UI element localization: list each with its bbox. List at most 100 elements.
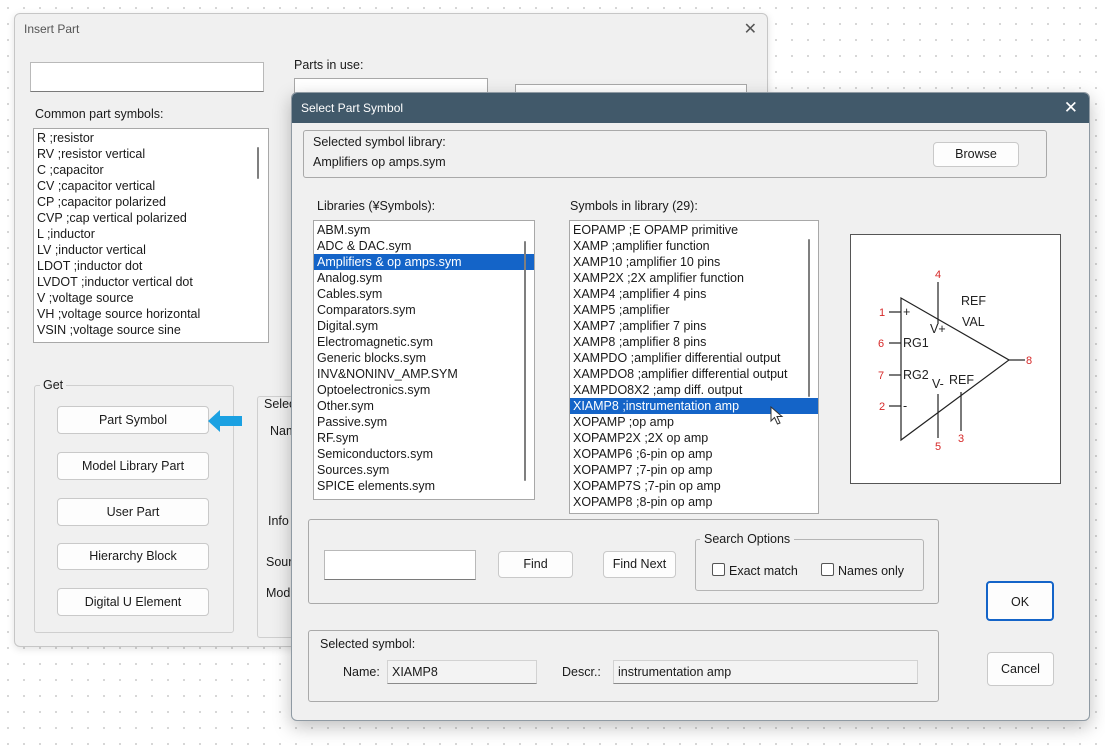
- scrollbar[interactable]: [808, 239, 810, 397]
- common-part-symbols-label: Common part symbols:: [35, 107, 164, 121]
- symbol-item[interactable]: XOPAMP8 ;8-pin op amp: [570, 494, 818, 510]
- descr-label: Descr.:: [562, 665, 601, 679]
- scrollbar[interactable]: [257, 147, 259, 179]
- library-item[interactable]: Generic blocks.sym: [314, 350, 534, 366]
- part-symbol-button[interactable]: Part Symbol: [57, 406, 209, 434]
- library-item[interactable]: Electromagnetic.sym: [314, 334, 534, 350]
- get-group-label: Get: [40, 378, 67, 392]
- list-item[interactable]: V ;voltage source: [34, 290, 268, 306]
- checkbox-icon[interactable]: [821, 563, 834, 576]
- selected-library-label: Selected symbol library:: [313, 135, 446, 149]
- list-item[interactable]: C ;capacitor: [34, 162, 268, 178]
- pin-3-label: 3: [958, 433, 964, 445]
- symbol-item[interactable]: XAMP8 ;amplifier 8 pins: [570, 334, 818, 350]
- symbol-item[interactable]: XAMP7 ;amplifier 7 pins: [570, 318, 818, 334]
- list-item[interactable]: LV ;inductor vertical: [34, 242, 268, 258]
- list-item[interactable]: CVP ;cap vertical polarized: [34, 210, 268, 226]
- list-item[interactable]: CP ;capacitor polarized: [34, 194, 268, 210]
- search-options-label: Search Options: [700, 532, 795, 546]
- checkbox-icon[interactable]: [712, 563, 725, 576]
- svg-text:-: -: [903, 399, 907, 413]
- library-item[interactable]: Optoelectronics.sym: [314, 382, 534, 398]
- library-item[interactable]: Other.sym: [314, 398, 534, 414]
- library-item[interactable]: Amplifiers & op amps.sym: [314, 254, 534, 270]
- pointer-arrow-icon: [208, 410, 242, 432]
- close-icon[interactable]: ✕: [744, 19, 757, 39]
- mouse-cursor-icon: [770, 406, 784, 425]
- svg-text:RG1: RG1: [903, 336, 929, 350]
- symbol-item[interactable]: XAMPDO8 ;amplifier differential output: [570, 366, 818, 382]
- hierarchy-block-button[interactable]: Hierarchy Block: [57, 543, 209, 570]
- find-button[interactable]: Find: [498, 551, 573, 578]
- symbol-item[interactable]: XOPAMP6 ;6-pin op amp: [570, 446, 818, 462]
- list-item[interactable]: VH ;voltage source horizontal: [34, 306, 268, 322]
- symbol-item[interactable]: XOPAMP7 ;7-pin op amp: [570, 462, 818, 478]
- common-part-symbols-list[interactable]: R ;resistor RV ;resistor vertical C ;capac…: [33, 128, 269, 343]
- name-label: Name:: [343, 665, 380, 679]
- list-item[interactable]: RV ;resistor vertical: [34, 146, 268, 162]
- browse-button[interactable]: Browse: [933, 142, 1019, 167]
- svg-text:V+: V+: [930, 322, 946, 336]
- library-item[interactable]: RF.sym: [314, 430, 534, 446]
- ok-button[interactable]: OK: [986, 581, 1054, 621]
- description-field: instrumentation amp: [613, 660, 918, 684]
- library-item[interactable]: Semiconductors.sym: [314, 446, 534, 462]
- selected-symbol-label: Selected symbol:: [320, 637, 416, 651]
- list-item[interactable]: LVDOT ;inductor vertical dot: [34, 274, 268, 290]
- libraries-label: Libraries (¥Symbols):: [317, 199, 436, 213]
- symbol-item[interactable]: XAMPDO8X2 ;amp diff. output: [570, 382, 818, 398]
- svg-text:RG2: RG2: [903, 368, 929, 382]
- symbols-list[interactable]: EOPAMP ;E OPAMP primitive XAMP ;amplifier…: [569, 220, 819, 514]
- libraries-list[interactable]: ABM.sym ADC & DAC.sym Amplifiers & op amps…: [313, 220, 535, 500]
- model-label-partial: Mod: [266, 586, 291, 600]
- list-item[interactable]: VSIN ;voltage source sine: [34, 322, 268, 338]
- list-item[interactable]: LDOT ;inductor dot: [34, 258, 268, 274]
- symbol-item[interactable]: XOPAMP7S ;7-pin op amp: [570, 478, 818, 494]
- list-item[interactable]: R ;resistor: [34, 130, 268, 146]
- symbol-item[interactable]: EOPAMP ;E OPAMP primitive: [570, 222, 818, 238]
- selected-library-value: Amplifiers op amps.sym: [313, 155, 446, 169]
- library-item[interactable]: Comparators.sym: [314, 302, 534, 318]
- symbol-item[interactable]: XAMP10 ;amplifier 10 pins: [570, 254, 818, 270]
- symbol-item[interactable]: XAMP ;amplifier function: [570, 238, 818, 254]
- close-icon[interactable]: ✕: [1064, 98, 1078, 118]
- symbols-label: Symbols in library (29):: [570, 199, 698, 213]
- model-library-part-button[interactable]: Model Library Part: [57, 452, 209, 480]
- symbol-item[interactable]: XAMPDO ;amplifier differential output: [570, 350, 818, 366]
- symbol-item[interactable]: XAMP5 ;amplifier: [570, 302, 818, 318]
- library-item[interactable]: ABM.sym: [314, 222, 534, 238]
- select-part-symbol-dialog: Select Part Symbol ✕ Selected symbol lib…: [291, 92, 1090, 721]
- pin-4-label: 4: [935, 269, 941, 281]
- dialog-title: Select Part Symbol: [301, 101, 404, 115]
- user-part-button[interactable]: User Part: [57, 498, 209, 526]
- library-item[interactable]: ADC & DAC.sym: [314, 238, 534, 254]
- cancel-button[interactable]: Cancel: [987, 652, 1054, 686]
- digital-u-element-button[interactable]: Digital U Element: [57, 588, 209, 616]
- library-item[interactable]: SPICE elements.sym: [314, 478, 534, 494]
- pin-2-label: 2: [879, 401, 885, 413]
- search-input[interactable]: [30, 62, 264, 92]
- dialog-titlebar: Select Part Symbol ✕: [292, 93, 1089, 123]
- exact-match-checkbox[interactable]: Exact match: [712, 563, 798, 578]
- svg-text:VAL: VAL: [962, 315, 985, 329]
- library-item[interactable]: Passive.sym: [314, 414, 534, 430]
- exact-match-label: Exact match: [729, 564, 798, 578]
- list-item[interactable]: CV ;capacitor vertical: [34, 178, 268, 194]
- scrollbar[interactable]: [524, 241, 526, 481]
- find-next-button[interactable]: Find Next: [603, 551, 676, 578]
- library-item[interactable]: INV&NONINV_AMP.SYM: [314, 366, 534, 382]
- symbol-preview: 1 2 3 4 5 6 7 8 REF VAL V+ V- RG1 RG2 RE…: [850, 234, 1061, 484]
- symbol-item[interactable]: XOPAMP2X ;2X op amp: [570, 430, 818, 446]
- library-item[interactable]: Digital.sym: [314, 318, 534, 334]
- pin-8-label: 8: [1026, 355, 1032, 367]
- library-item[interactable]: Cables.sym: [314, 286, 534, 302]
- library-item[interactable]: Sources.sym: [314, 462, 534, 478]
- symbol-item[interactable]: XAMP4 ;amplifier 4 pins: [570, 286, 818, 302]
- svg-text:+: +: [903, 305, 910, 319]
- names-only-checkbox[interactable]: Names only: [821, 563, 904, 578]
- list-item[interactable]: L ;inductor: [34, 226, 268, 242]
- symbol-item[interactable]: XAMP2X ;2X amplifier function: [570, 270, 818, 286]
- library-item[interactable]: Analog.sym: [314, 270, 534, 286]
- find-input[interactable]: [324, 550, 476, 580]
- source-label-partial: Sour: [266, 555, 293, 569]
